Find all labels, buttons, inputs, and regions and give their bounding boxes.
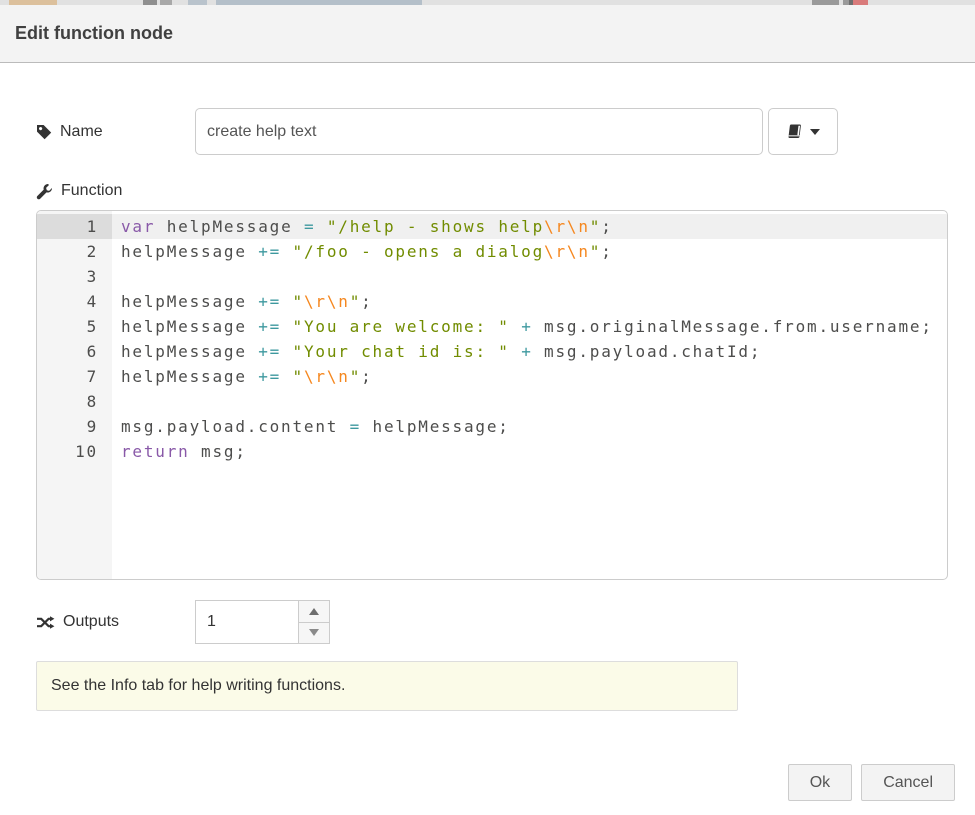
name-label-text: Name bbox=[60, 123, 103, 141]
code-editor-lines: 1var helpMessage = "/help - shows help\r… bbox=[37, 214, 947, 464]
function-label: Function bbox=[36, 182, 195, 200]
code-line[interactable]: 10return msg; bbox=[37, 439, 947, 464]
dialog-body: Name Function bbox=[0, 64, 975, 815]
code-line[interactable]: 6helpMessage += "Your chat id is: " + ms… bbox=[37, 339, 947, 364]
code-line[interactable]: 1var helpMessage = "/help - shows help\r… bbox=[37, 214, 947, 239]
function-label-text: Function bbox=[61, 182, 122, 200]
shuffle-icon bbox=[36, 615, 55, 630]
library-button[interactable] bbox=[768, 108, 838, 155]
name-row: Name bbox=[36, 108, 975, 155]
outputs-spinner bbox=[195, 600, 330, 644]
ok-button[interactable]: Ok bbox=[788, 764, 852, 801]
line-number: 5 bbox=[37, 314, 112, 339]
function-row: Function bbox=[36, 182, 975, 200]
spinner-down-button[interactable] bbox=[299, 623, 329, 644]
code-text: var helpMessage = "/help - shows help\r\… bbox=[112, 214, 947, 239]
outputs-label-text: Outputs bbox=[63, 613, 119, 631]
name-label: Name bbox=[36, 123, 195, 141]
triangle-up-icon bbox=[309, 608, 319, 615]
spinner-buttons bbox=[298, 601, 329, 643]
name-input[interactable] bbox=[195, 108, 763, 155]
line-number: 8 bbox=[37, 389, 112, 414]
triangle-down-icon bbox=[309, 629, 319, 636]
code-line[interactable]: 8 bbox=[37, 389, 947, 414]
code-line[interactable]: 5helpMessage += "You are welcome: " + ms… bbox=[37, 314, 947, 339]
line-number: 7 bbox=[37, 364, 112, 389]
tag-icon bbox=[36, 124, 52, 140]
code-text: return msg; bbox=[112, 439, 947, 464]
code-text bbox=[112, 264, 947, 289]
cancel-button[interactable]: Cancel bbox=[861, 764, 955, 801]
code-text: msg.payload.content = helpMessage; bbox=[112, 414, 947, 439]
line-number: 3 bbox=[37, 264, 112, 289]
code-text: helpMessage += "\r\n"; bbox=[112, 364, 947, 389]
chevron-down-icon bbox=[810, 129, 820, 135]
wrench-icon bbox=[36, 183, 53, 200]
outputs-label: Outputs bbox=[36, 613, 195, 631]
spinner-up-button[interactable] bbox=[299, 601, 329, 623]
line-number: 10 bbox=[37, 439, 112, 464]
line-number: 2 bbox=[37, 239, 112, 264]
line-number: 6 bbox=[37, 339, 112, 364]
outputs-row: Outputs bbox=[36, 600, 975, 644]
code-line[interactable]: 2helpMessage += "/foo - opens a dialog\r… bbox=[37, 239, 947, 264]
code-text: helpMessage += "Your chat id is: " + msg… bbox=[112, 339, 947, 364]
code-editor[interactable]: 1var helpMessage = "/help - shows help\r… bbox=[36, 210, 948, 580]
code-line[interactable]: 4helpMessage += "\r\n"; bbox=[37, 289, 947, 314]
code-line[interactable]: 3 bbox=[37, 264, 947, 289]
line-number: 4 bbox=[37, 289, 112, 314]
book-icon bbox=[786, 123, 803, 140]
line-number: 1 bbox=[37, 214, 112, 239]
dialog-buttons: Ok Cancel bbox=[788, 764, 955, 801]
code-line[interactable]: 9msg.payload.content = helpMessage; bbox=[37, 414, 947, 439]
line-number: 9 bbox=[37, 414, 112, 439]
code-text: helpMessage += "You are welcome: " + msg… bbox=[112, 314, 947, 339]
dialog-title: Edit function node bbox=[15, 23, 173, 44]
code-text: helpMessage += "/foo - opens a dialog\r\… bbox=[112, 239, 947, 264]
code-line[interactable]: 7helpMessage += "\r\n"; bbox=[37, 364, 947, 389]
code-text bbox=[112, 389, 947, 414]
dialog-titlebar: Edit function node bbox=[0, 5, 975, 63]
code-text: helpMessage += "\r\n"; bbox=[112, 289, 947, 314]
info-tip: See the Info tab for help writing functi… bbox=[36, 661, 738, 711]
outputs-input[interactable] bbox=[196, 601, 298, 643]
